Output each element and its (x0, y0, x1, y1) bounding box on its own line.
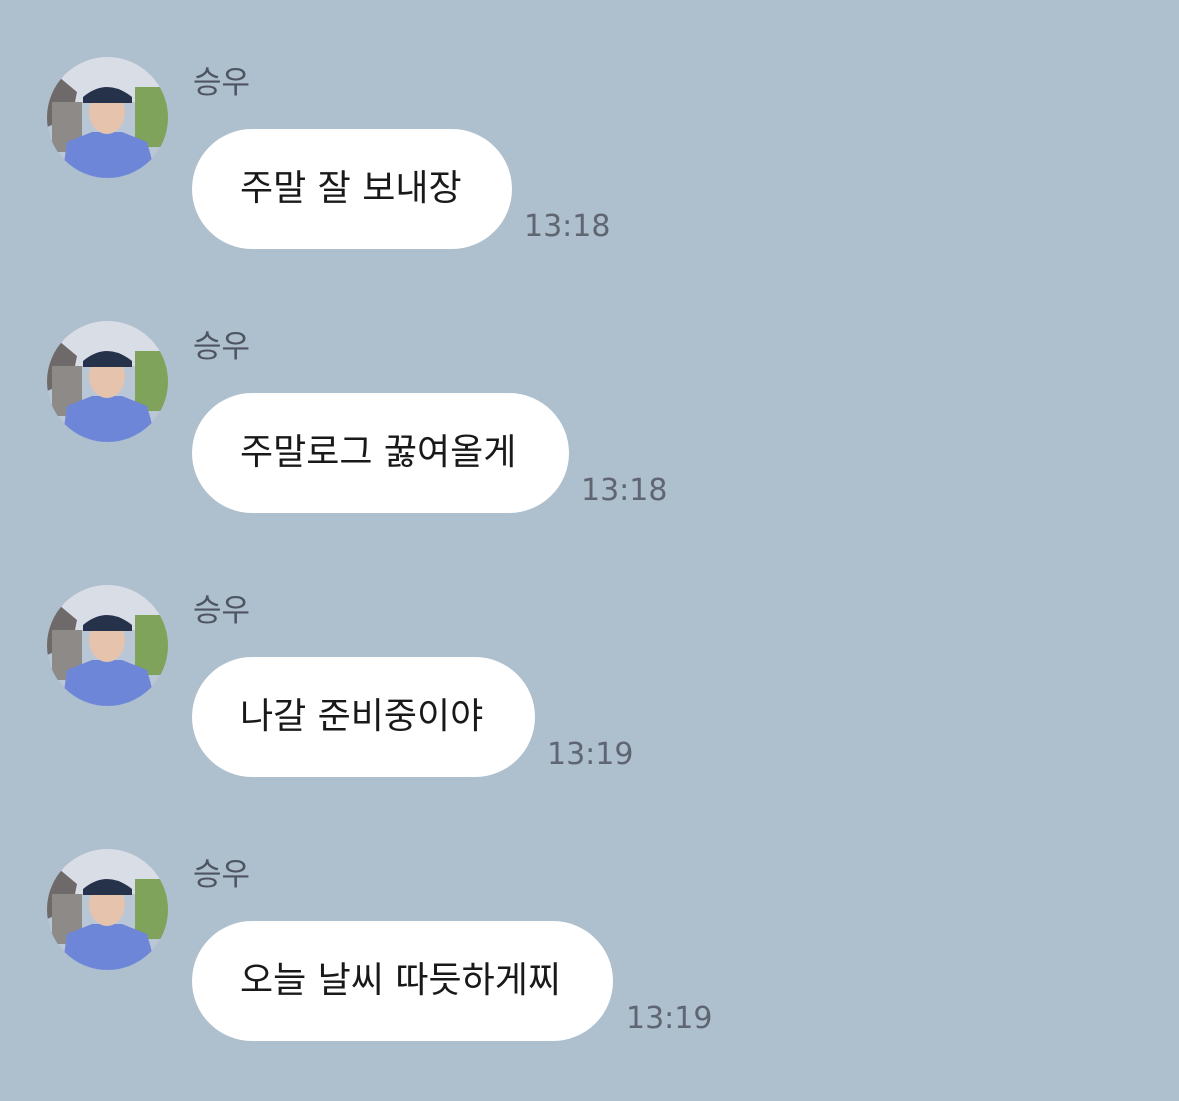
message-bubble[interactable]: 오늘 날씨 따듯하게찌 (192, 921, 613, 1041)
avatar-profile-photo[interactable] (47, 57, 168, 178)
message-row: 승우 주말 잘 보내장 13:18 (0, 57, 1179, 257)
profile-photo-icon (47, 849, 168, 970)
message-bubble[interactable]: 주말로그 꿇여올게 (192, 393, 569, 513)
profile-photo-icon (47, 321, 168, 442)
message-row: 승우 나갈 준비중이야 13:19 (0, 585, 1179, 785)
avatar-profile-photo[interactable] (47, 585, 168, 706)
sender-name: 승우 (193, 857, 251, 893)
sender-name: 승우 (193, 329, 251, 365)
message-text: 오늘 날씨 따듯하게찌 (240, 960, 561, 1001)
message-row: 승우 오늘 날씨 따듯하게찌 13:19 (0, 849, 1179, 1049)
sender-name: 승우 (193, 593, 251, 629)
profile-photo-icon (47, 57, 168, 178)
message-text: 주말로그 꿇여올게 (240, 432, 517, 473)
message-row: 승우 주말로그 꿇여올게 13:18 (0, 321, 1179, 521)
message-time: 13:18 (581, 473, 668, 508)
profile-photo-icon (47, 585, 168, 706)
message-text: 주말 잘 보내장 (240, 168, 462, 209)
message-time: 13:19 (547, 737, 634, 772)
message-bubble[interactable]: 나갈 준비중이야 (192, 657, 535, 777)
sender-name: 승우 (193, 65, 251, 101)
chat-room: 승우 주말 잘 보내장 13:18 승우 주말로그 꿇여올게 13:18 승우 … (0, 0, 1179, 1101)
message-bubble[interactable]: 주말 잘 보내장 (192, 129, 512, 249)
avatar-profile-photo[interactable] (47, 321, 168, 442)
message-text: 나갈 준비중이야 (240, 696, 484, 737)
message-time: 13:19 (626, 1001, 713, 1036)
avatar-profile-photo[interactable] (47, 849, 168, 970)
message-time: 13:18 (524, 209, 611, 244)
